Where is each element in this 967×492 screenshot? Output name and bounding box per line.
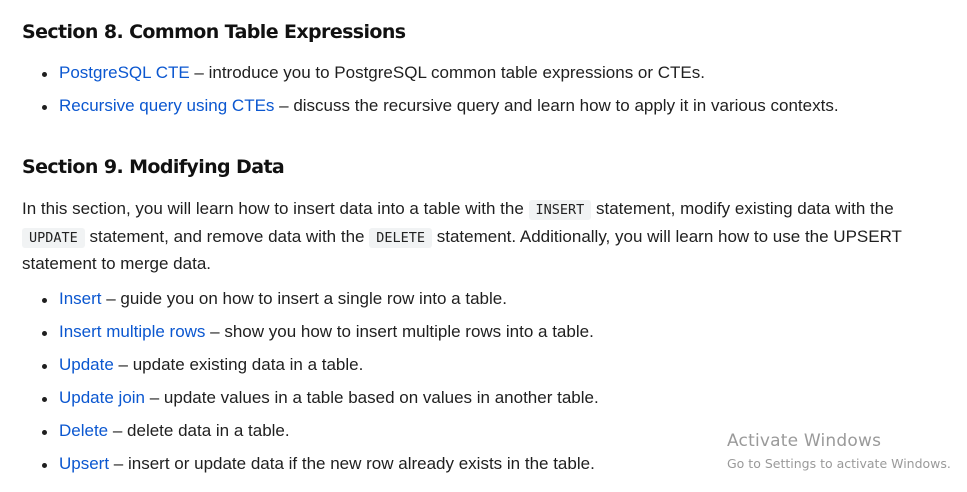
list-item-description: – update values in a table based on valu… <box>145 388 599 407</box>
list-item: Update – update existing data in a table… <box>22 354 599 387</box>
list-item-description: – discuss the recursive query and learn … <box>274 96 839 115</box>
list-item: Delete – delete data in a table. <box>22 420 599 453</box>
section-9-heading: Section 9. Modifying Data <box>22 156 285 178</box>
list-item-description: – update existing data in a table. <box>113 355 364 374</box>
watermark-title: Activate Windows <box>727 431 882 451</box>
insert-code: INSERT <box>528 200 592 220</box>
list-item-description: – introduce you to PostgreSQL common tab… <box>189 63 705 82</box>
watermark-subtitle: Go to Settings to activate Windows. <box>727 456 951 471</box>
delete-link[interactable]: Delete <box>59 421 108 440</box>
postgresql-cte-link[interactable]: PostgreSQL CTE <box>59 63 190 82</box>
section-8-list: PostgreSQL CTE – introduce you to Postgr… <box>22 62 839 128</box>
section-9-intro: In this section, you will learn how to i… <box>22 196 942 278</box>
intro-text: statement, modify existing data with the <box>591 199 894 218</box>
update-link[interactable]: Update <box>59 355 114 374</box>
list-item: Insert – guide you on how to insert a si… <box>22 288 599 321</box>
update-join-link[interactable]: Update join <box>59 388 145 407</box>
list-item: Recursive query using CTEs – discuss the… <box>22 95 839 128</box>
intro-text: statement, and remove data with the <box>84 226 370 246</box>
insert-link[interactable]: Insert <box>59 289 102 308</box>
upsert-link[interactable]: Upsert <box>59 454 109 473</box>
update-code: UPDATE <box>22 227 85 248</box>
list-item-description: – guide you on how to insert a single ro… <box>101 289 507 308</box>
list-item: Upsert – insert or update data if the ne… <box>22 453 599 486</box>
list-item: Update join – update values in a table b… <box>22 387 599 420</box>
section-9-list: Insert – guide you on how to insert a si… <box>22 288 599 486</box>
delete-code: DELETE <box>369 227 432 248</box>
list-item: Insert multiple rows – show you how to i… <box>22 321 599 354</box>
list-item: PostgreSQL CTE – introduce you to Postgr… <box>22 62 839 95</box>
list-item-description: – insert or update data if the new row a… <box>109 454 595 473</box>
insert-multiple-rows-link[interactable]: Insert multiple rows <box>59 322 205 341</box>
list-item-description: – show you how to insert multiple rows i… <box>205 322 594 341</box>
activate-windows-watermark: Activate Windows Go to Settings to activ… <box>727 430 951 473</box>
section-8-heading: Section 8. Common Table Expressions <box>22 21 406 43</box>
recursive-query-link[interactable]: Recursive query using CTEs <box>59 96 274 115</box>
list-item-description: – delete data in a table. <box>108 421 290 440</box>
intro-text: In this section, you will learn how to i… <box>22 199 529 218</box>
